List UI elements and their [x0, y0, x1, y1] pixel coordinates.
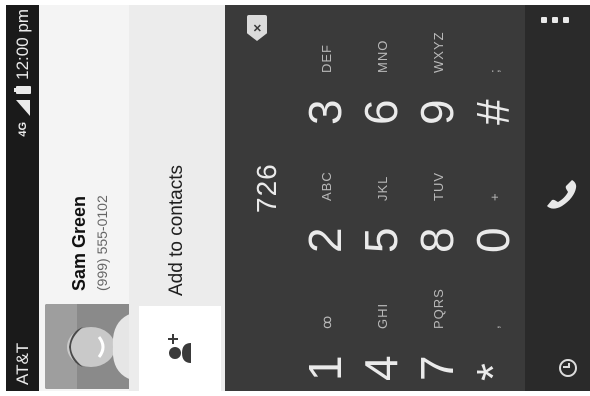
key-letters: PQRS — [431, 288, 446, 329]
typed-number[interactable]: 726 — [251, 163, 283, 213]
key-3[interactable]: 3 DEF — [297, 7, 353, 135]
key-pound[interactable]: # ; — [465, 7, 521, 135]
history-icon[interactable] — [559, 359, 577, 377]
contact-name: Sam Green — [69, 195, 89, 291]
contact-suggestion-row[interactable]: Sam Green (999) 555-0102 — [39, 5, 135, 391]
bottom-action-bar — [525, 5, 590, 391]
dialer-panel: 726 × 1 ꝏ 2 ABC 3 DEF 4 GHI 5 JKL 6 MNO … — [225, 5, 525, 391]
key-8[interactable]: 8 TUV — [409, 135, 465, 263]
typed-digits-row: 726 × — [225, 5, 297, 391]
key-1[interactable]: 1 ꝏ — [297, 263, 353, 391]
key-digit: 7 — [411, 355, 463, 381]
key-digit: 9 — [411, 99, 463, 125]
add-to-contacts-label: Add to contacts — [166, 165, 187, 296]
overflow-dot — [563, 17, 569, 23]
key-letters: DEF — [319, 44, 334, 73]
overflow-dot — [552, 17, 558, 23]
key-letters: MNO — [375, 39, 390, 73]
key-digit: 8 — [411, 227, 463, 253]
key-9[interactable]: 9 WXYZ — [409, 7, 465, 135]
clock-time: 12:00 pm — [13, 9, 32, 80]
key-digit: 5 — [355, 227, 407, 253]
key-2[interactable]: 2 ABC — [297, 135, 353, 263]
add-to-contacts-row[interactable]: Add to contacts — [129, 5, 225, 391]
contact-avatar — [45, 304, 135, 389]
key-6[interactable]: 6 MNO — [353, 7, 409, 135]
network-type-label: 4G — [17, 121, 29, 137]
contact-number: (999) 555-0102 — [94, 195, 110, 291]
key-digit: 4 — [355, 355, 407, 381]
add-contact-icon-box — [139, 306, 221, 391]
key-digit: 3 — [299, 99, 351, 125]
key-5[interactable]: 5 JKL — [353, 135, 409, 263]
key-digit: 6 — [355, 99, 407, 125]
status-indicators: 4G 12:00 pm — [13, 9, 33, 137]
delete-backspace-icon[interactable]: × — [247, 15, 267, 41]
key-4[interactable]: 4 GHI — [353, 263, 409, 391]
dialer-screen: AT&T 4G 12:00 pm Sam Green (999) 555-010… — [6, 5, 590, 391]
voicemail-icon: ꝏ — [319, 314, 334, 329]
overflow-dot — [541, 17, 547, 23]
key-letters: WXYZ — [431, 31, 446, 73]
key-letters: , — [487, 324, 502, 329]
keypad: 1 ꝏ 2 ABC 3 DEF 4 GHI 5 JKL 6 MNO 7 PQRS… — [297, 5, 522, 391]
key-letters: GHI — [375, 302, 390, 329]
signal-strength-icon — [16, 100, 30, 116]
overflow-menu-icon[interactable] — [541, 17, 569, 23]
key-digit: 1 — [299, 355, 351, 381]
key-digit: 2 — [299, 227, 351, 253]
battery-icon — [15, 85, 31, 94]
key-letters: TUV — [431, 172, 446, 201]
key-letters: ABC — [319, 171, 334, 201]
key-letters: + — [487, 192, 502, 201]
carrier-label: AT&T — [13, 342, 32, 385]
phone-call-icon[interactable] — [541, 175, 581, 215]
add-contact-icon — [168, 334, 191, 364]
key-star[interactable]: * , — [465, 263, 521, 391]
key-0[interactable]: 0 + — [465, 135, 521, 263]
key-digit: * — [467, 363, 519, 381]
key-digit: 0 — [467, 227, 519, 253]
status-bar: AT&T 4G 12:00 pm — [6, 5, 39, 391]
key-7[interactable]: 7 PQRS — [409, 263, 465, 391]
contact-avatar-image — [45, 304, 135, 389]
key-letters: ; — [487, 68, 502, 73]
key-digit: # — [467, 99, 519, 125]
key-letters: JKL — [375, 175, 390, 201]
